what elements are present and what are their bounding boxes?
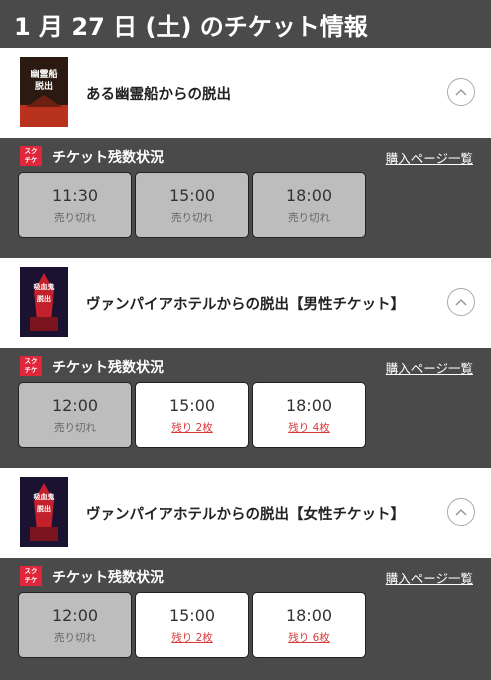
slot-remaining-link[interactable]: 残り 2枚 [136,630,248,645]
slot-time: 18:00 [285,606,333,625]
time-slot: 15:00 売り切れ [135,172,249,238]
sukuchike-logo-icon: スク チケ [20,146,42,166]
stock-label: チケット残数状況 [52,360,164,376]
page-title: 1 月 27 日 (土) のチケット情報 [0,0,491,48]
slot-time: 11:30 [51,186,99,205]
slot-time: 15:00 [168,396,216,415]
slot-time: 15:00 [168,606,216,625]
svg-text:幽霊船: 幽霊船 [30,68,57,80]
time-slot[interactable]: 15:00 残り 2枚 [135,592,249,658]
event-poster: 幽霊船 脱出 [20,57,68,127]
stock-panel: スク チケ チケット残数状況 購入ページ一覧 11:30 売り切れ 15:00 売… [0,138,491,258]
slot-time: 15:00 [168,186,216,205]
svg-text:脱出: 脱出 [37,504,51,513]
event-section: 吸血鬼 脱出 ヴァンパイアホテルからの脱出【男性チケット】 スク チケ チケット残… [0,258,491,468]
svg-text:吸血鬼: 吸血鬼 [34,492,55,501]
slot-status: 売り切れ [171,212,213,224]
stock-panel: スク チケ チケット残数状況 購入ページ一覧 12:00 売り切れ 15:00 残… [0,348,491,468]
event-header[interactable]: 幽霊船 脱出 ある幽霊船からの脱出 [0,48,491,138]
slot-remaining-link[interactable]: 残り 4枚 [253,420,365,435]
time-slot[interactable]: 18:00 残り 6枚 [252,592,366,658]
svg-text:脱出: 脱出 [35,80,53,92]
slot-status: 売り切れ [54,212,96,224]
event-title: ヴァンパイアホテルからの脱出【男性チケット】 [86,296,405,313]
buy-page-link[interactable]: 購入ページ一覧 [386,148,473,167]
buy-page-link[interactable]: 購入ページ一覧 [386,568,473,587]
event-header[interactable]: 吸血鬼 脱出 ヴァンパイアホテルからの脱出【男性チケット】 [0,258,491,348]
slot-time: 18:00 [285,396,333,415]
time-slot: 11:30 売り切れ [18,172,132,238]
time-slot[interactable]: 18:00 残り 4枚 [252,382,366,448]
chevron-up-icon[interactable] [447,78,475,106]
slot-status: 売り切れ [288,212,330,224]
chevron-up-icon[interactable] [447,288,475,316]
time-slot: 12:00 売り切れ [18,382,132,448]
slot-remaining-link[interactable]: 残り 2枚 [136,420,248,435]
event-section: 吸血鬼 脱出 ヴァンパイアホテルからの脱出【女性チケット】 スク チケ チケット残… [0,468,491,678]
event-section: 幽霊船 脱出 ある幽霊船からの脱出 スク チケ チケット残数状況 購入ページ一覧 … [0,48,491,258]
buy-page-link[interactable]: 購入ページ一覧 [386,358,473,377]
time-slot[interactable]: 15:00 残り 2枚 [135,382,249,448]
stock-label: チケット残数状況 [52,570,164,586]
event-poster: 吸血鬼 脱出 [20,477,68,547]
chevron-up-icon[interactable] [447,498,475,526]
sukuchike-logo-icon: スク チケ [20,356,42,376]
stock-panel: スク チケ チケット残数状況 購入ページ一覧 12:00 売り切れ 15:00 残… [0,558,491,678]
sukuchike-logo-icon: スク チケ [20,566,42,586]
time-slot: 18:00 売り切れ [252,172,366,238]
slot-status: 売り切れ [54,422,96,434]
svg-text:吸血鬼: 吸血鬼 [34,282,55,291]
slot-status: 売り切れ [54,632,96,644]
event-header[interactable]: 吸血鬼 脱出 ヴァンパイアホテルからの脱出【女性チケット】 [0,468,491,558]
slot-time: 12:00 [51,396,99,415]
slot-remaining-link[interactable]: 残り 6枚 [253,630,365,645]
event-title: ある幽霊船からの脱出 [86,86,231,103]
svg-text:脱出: 脱出 [37,294,51,303]
slot-time: 18:00 [285,186,333,205]
event-poster: 吸血鬼 脱出 [20,267,68,337]
slot-time: 12:00 [51,606,99,625]
stock-label: チケット残数状況 [52,150,164,166]
event-title: ヴァンパイアホテルからの脱出【女性チケット】 [86,506,405,523]
time-slot: 12:00 売り切れ [18,592,132,658]
